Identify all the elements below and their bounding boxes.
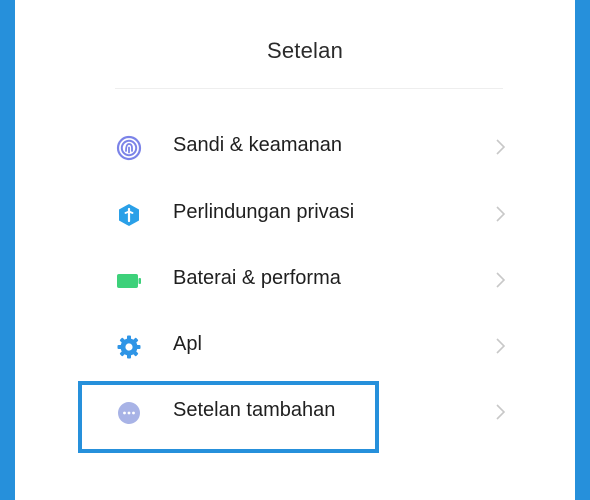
settings-item-label: Apl <box>173 333 202 355</box>
settings-item-sandi-keamanan[interactable]: Sandi & keamanan <box>100 122 530 172</box>
header-divider <box>115 88 503 89</box>
chevron-right-icon <box>493 271 507 289</box>
chevron-right-icon <box>493 337 507 355</box>
frame-border-right <box>575 0 590 500</box>
shield-icon <box>116 202 142 228</box>
battery-icon <box>116 268 142 294</box>
settings-item-apl[interactable]: Apl <box>100 321 530 371</box>
settings-item-baterai-performa[interactable]: Baterai & performa <box>100 255 530 305</box>
highlight-box <box>78 381 379 453</box>
settings-item-label: Baterai & performa <box>173 267 341 289</box>
chevron-right-icon <box>493 138 507 156</box>
chevron-right-icon <box>493 205 507 223</box>
page-title: Setelan <box>266 38 343 63</box>
chevron-right-icon <box>493 403 507 421</box>
fingerprint-icon <box>116 135 142 161</box>
settings-item-label: Sandi & keamanan <box>173 134 343 156</box>
settings-item-label: Perlindungan privasi <box>173 201 355 223</box>
settings-item-perlindungan-privasi[interactable]: Perlindungan privasi <box>100 189 530 239</box>
gear-icon <box>116 334 142 360</box>
